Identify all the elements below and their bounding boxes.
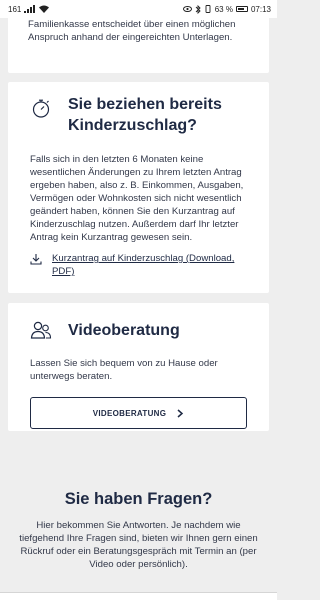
- carrier-text: 161: [8, 4, 22, 14]
- videoberatung-button[interactable]: VIDEOBERATUNG: [30, 397, 247, 429]
- kurzantrag-download-link[interactable]: Kurzantrag auf Kinderzuschlag (Download,…: [52, 252, 255, 278]
- vibrate-icon: [205, 5, 211, 13]
- stopwatch-icon: [32, 99, 50, 118]
- kinderzuschlag-title: Sie beziehen bereits Kinderzuschlag?: [68, 96, 222, 134]
- videoberatung-title: Videoberatung: [68, 321, 180, 339]
- status-bar-left: 161: [8, 4, 50, 14]
- wifi-icon: [39, 5, 50, 13]
- videoberatung-card: Videoberatung Lassen Sie sich bequem von…: [8, 303, 269, 431]
- battery-percent: 63 %: [214, 4, 233, 14]
- videoberatung-text: Lassen Sie sich bequem von zu Hause oder…: [30, 358, 218, 382]
- kinderzuschlag-header: Sie beziehen bereits Kinderzuschlag?: [30, 94, 255, 136]
- videoberatung-button-label: VIDEOBERATUNG: [92, 408, 167, 418]
- clock: 07:13: [250, 4, 271, 14]
- videoberatung-header: Videoberatung: [30, 319, 255, 341]
- status-bar-right: 63 % 07:13: [182, 4, 271, 14]
- next-card-edge: [0, 592, 277, 600]
- status-bar: 161 63 % 07:13: [0, 0, 277, 18]
- eye-icon: [182, 6, 192, 12]
- signal-icon: [24, 5, 36, 13]
- people-icon: [30, 321, 52, 339]
- battery-icon: [235, 6, 248, 12]
- download-row[interactable]: Kurzantrag auf Kinderzuschlag (Download,…: [30, 252, 255, 278]
- bluetooth-icon: [195, 4, 201, 14]
- faq-title: Sie haben Fragen?: [64, 490, 213, 508]
- faq-text: Hier bekommen Sie Antworten. Je nachdem …: [19, 520, 258, 570]
- download-icon: [30, 254, 42, 265]
- chevron-right-icon: [177, 408, 184, 418]
- eligibility-info-text: Familienkasse entscheidet über einen mög…: [28, 19, 236, 43]
- kinderzuschlag-card: Sie beziehen bereits Kinderzuschlag? Fal…: [8, 82, 269, 293]
- kinderzuschlag-text: Falls sich in den letzten 6 Monaten kein…: [30, 154, 244, 243]
